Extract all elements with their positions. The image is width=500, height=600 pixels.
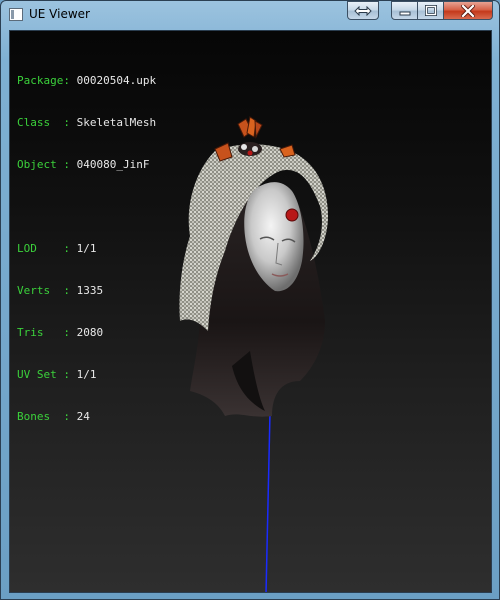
info-uvset-value: 1/1	[76, 368, 97, 381]
app-window: UE Viewer Package: 00020504.upk Class: …	[0, 0, 500, 600]
info-bones-value: 24	[76, 410, 90, 423]
info-uvset: UV Set : 1/1	[17, 368, 156, 382]
info-package-label: Package:	[17, 74, 77, 87]
info-verts-label: Verts :	[17, 284, 77, 297]
app-icon	[9, 8, 23, 21]
info-uvset-label: UV Set :	[17, 368, 77, 381]
window-title: UE Viewer	[29, 7, 90, 21]
hair-ornament	[214, 116, 296, 162]
3d-viewport[interactable]: Package: 00020504.upk Class : SkeletalMe…	[9, 30, 492, 593]
info-class-value: SkeletalMesh	[76, 116, 157, 129]
title-bar[interactable]: UE Viewer	[1, 1, 499, 29]
info-class: Class : SkeletalMesh	[17, 116, 156, 130]
minimize-icon	[399, 11, 410, 15]
info-package-value: 00020504.upk	[76, 74, 157, 87]
info-tris-value: 2080	[76, 326, 104, 339]
forehead-gem	[285, 208, 299, 222]
restore-arrows-icon	[354, 5, 372, 16]
info-lod-label: LOD :	[17, 242, 77, 255]
info-bones: Bones : 24	[17, 410, 156, 424]
minimize-button[interactable]	[391, 1, 418, 20]
info-verts: Verts : 1335	[17, 284, 156, 298]
close-icon	[461, 4, 475, 17]
maximize-icon	[424, 5, 437, 16]
info-object-value: 040080_JinF	[76, 158, 150, 171]
info-object-label: Object :	[17, 158, 77, 171]
close-button[interactable]	[443, 1, 493, 20]
info-tris: Tris : 2080	[17, 326, 156, 340]
info-object: Object : 040080_JinF	[17, 158, 156, 172]
info-lod: LOD : 1/1	[17, 242, 156, 256]
info-verts-value: 1335	[76, 284, 104, 297]
maximize-button[interactable]	[417, 1, 444, 20]
restore-size-button[interactable]	[347, 1, 379, 20]
info-package: Package: 00020504.upk	[17, 74, 156, 88]
mesh-info-panel: Package: 00020504.upk Class : SkeletalMe…	[17, 46, 156, 452]
info-tris-label: Tris :	[17, 326, 77, 339]
info-lod-value: 1/1	[76, 242, 97, 255]
info-bones-label: Bones :	[17, 410, 77, 423]
info-class-label: Class :	[17, 116, 77, 129]
